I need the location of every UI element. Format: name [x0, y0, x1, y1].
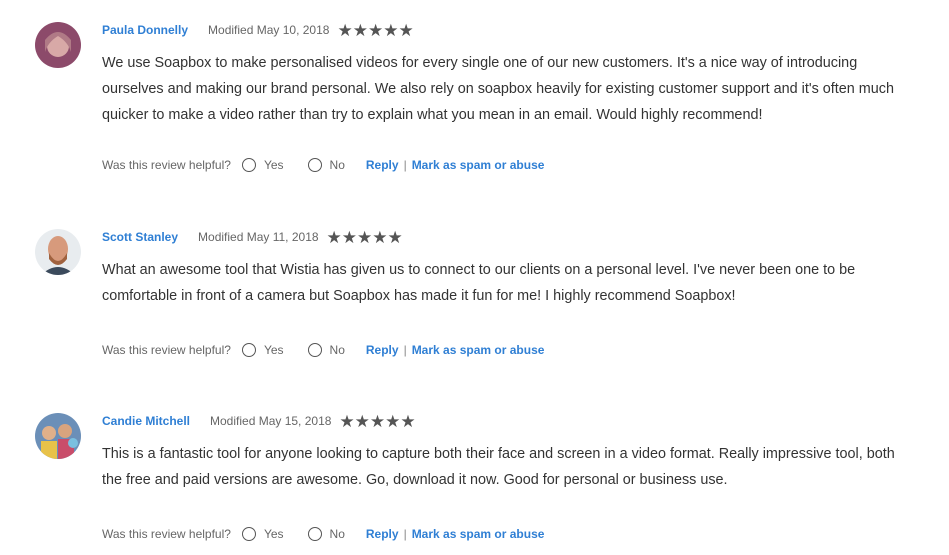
review-body: This is a fantastic tool for anyone look…: [102, 446, 895, 488]
mark-spam-link[interactable]: Mark as spam or abuse: [412, 343, 545, 357]
helpful-prompt: Was this review helpful?: [102, 158, 231, 172]
review-body: We use Soapbox to make personalised vide…: [102, 55, 894, 123]
helpful-prompt: Was this review helpful?: [102, 527, 231, 541]
yes-radio[interactable]: [241, 158, 256, 172]
star-icon: ★: [369, 411, 386, 431]
no-label[interactable]: No: [330, 343, 345, 357]
modified-date: Modified May 15, 2018: [210, 414, 332, 428]
no-radio[interactable]: [307, 527, 322, 541]
modified-date: Modified May 11, 2018: [198, 230, 319, 244]
separator: |: [403, 527, 407, 541]
mark-spam-link[interactable]: Mark as spam or abuse: [412, 527, 545, 541]
reply-link[interactable]: Reply: [366, 527, 399, 541]
avatar: [35, 413, 81, 459]
star-icon: ★: [352, 20, 368, 40]
no-label[interactable]: No: [330, 158, 345, 172]
avatar: [35, 22, 81, 68]
no-label[interactable]: No: [330, 527, 345, 541]
star-icon: ★: [339, 411, 355, 431]
star-icon: ★: [398, 20, 414, 40]
yes-label[interactable]: Yes: [264, 158, 284, 172]
star-icon: ★: [372, 227, 388, 247]
star-icon: ★: [337, 20, 353, 40]
star-icon: ★: [385, 411, 401, 431]
star-icon: ★: [400, 411, 416, 431]
yes-radio[interactable]: [241, 343, 256, 357]
reply-link[interactable]: Reply: [366, 343, 399, 357]
helpful-prompt: Was this review helpful?: [102, 343, 231, 357]
star-icon: ★: [326, 227, 342, 247]
mark-spam-link[interactable]: Mark as spam or abuse: [412, 158, 545, 172]
star-icon: ★: [387, 227, 403, 247]
star-rating: ★ ★ ★ ★ ★: [327, 229, 403, 246]
author-name[interactable]: Paula Donnelly: [102, 23, 188, 37]
author-name[interactable]: Candie Mitchell: [102, 414, 190, 428]
star-rating: ★ ★ ★ ★ ★: [339, 413, 415, 430]
star-icon: ★: [357, 227, 373, 247]
yes-radio[interactable]: [241, 527, 256, 541]
avatar: [35, 229, 81, 275]
author-name[interactable]: Scott Stanley: [102, 230, 178, 244]
separator: |: [403, 158, 407, 172]
star-icon: ★: [354, 411, 370, 431]
yes-label[interactable]: Yes: [264, 343, 284, 357]
star-icon: ★: [367, 20, 384, 40]
review-body: What an awesome tool that Wistia has giv…: [102, 262, 856, 304]
no-radio[interactable]: [307, 343, 322, 357]
no-radio[interactable]: [307, 158, 322, 172]
yes-label[interactable]: Yes: [264, 527, 284, 541]
star-icon: ★: [383, 20, 399, 40]
star-icon: ★: [341, 227, 358, 247]
separator: |: [403, 343, 407, 357]
star-rating: ★ ★ ★ ★ ★: [337, 22, 413, 39]
reply-link[interactable]: Reply: [366, 158, 399, 172]
modified-date: Modified May 10, 2018: [208, 23, 330, 37]
